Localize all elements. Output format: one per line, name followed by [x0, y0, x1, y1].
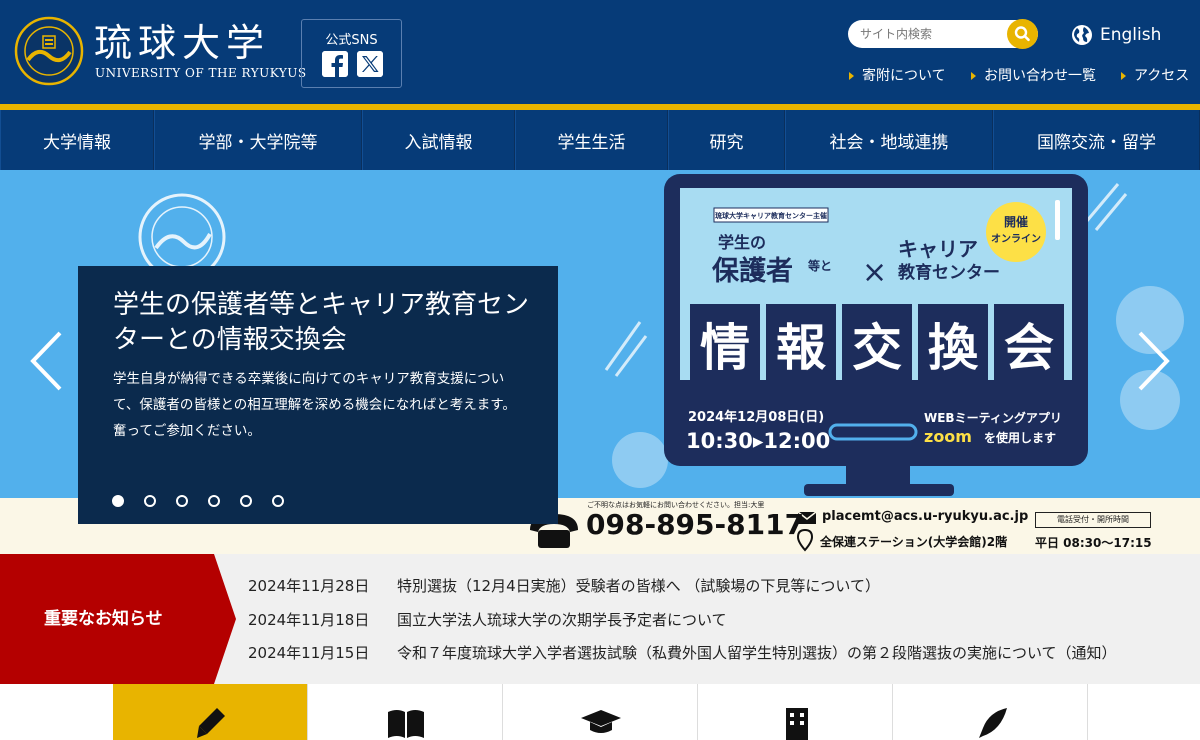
slide-dot-3[interactable]: [176, 495, 188, 507]
svg-text:オンライン: オンライン: [991, 233, 1041, 245]
site-header: 琉球大学 UNIVERSITY OF THE RYUKYUS 公式SNS Eng…: [0, 0, 1200, 104]
graduation-cap-icon: [581, 710, 621, 733]
slide-dots: [112, 495, 284, 509]
important-news: 重要なお知らせ 2024年11月28日 特別選抜（12月4日実施）受験者の皆様へ…: [0, 554, 1200, 684]
globe-icon: [1072, 25, 1092, 45]
news-title[interactable]: 国立大学法人琉球大学の次期学長予定者について: [397, 609, 727, 631]
svg-text:教育センター: 教育センター: [897, 262, 1000, 283]
svg-text:2024年12月08日(日): 2024年12月08日(日): [688, 409, 824, 425]
site-search: [848, 19, 1038, 49]
news-label: 重要なお知らせ: [44, 609, 163, 629]
poster-host: 琉球大学キャリア教育センター主催: [715, 211, 827, 220]
book-icon: [388, 710, 424, 738]
slide-dot-6[interactable]: [272, 495, 284, 507]
nav-item-research[interactable]: 研究: [668, 110, 785, 170]
contact-email: placemt@acs.u-ryukyu.ac.jp: [822, 509, 1029, 524]
logo-english[interactable]: UNIVERSITY OF THE RYUKYUS: [95, 66, 307, 80]
global-nav: 大学情報 学部・大学院等 入試情報 学生生活 研究 社会・地域連携 国際交流・留…: [0, 110, 1200, 170]
donation-link[interactable]: 寄附について: [849, 67, 946, 85]
slide-title[interactable]: 学生の保護者等とキャリア教育センターとの情報交換会: [113, 288, 533, 358]
news-title[interactable]: 特別選抜（12月4日実施）受験者の皆様へ （試験場の下見等について）: [397, 575, 880, 597]
svg-text:会: 会: [1004, 319, 1054, 377]
svg-text:保護者: 保護者: [711, 255, 793, 287]
category-tile-4[interactable]: [698, 684, 893, 740]
svg-text:zoom: zoom: [924, 427, 972, 446]
nav-item-about[interactable]: 大学情報: [0, 110, 154, 170]
sns-label: 公式SNS: [325, 33, 378, 48]
slide-caption[interactable]: 学生の保護者等とキャリア教育センターとの情報交換会 学生自身が納得できる卒業後に…: [78, 266, 558, 524]
contact-hours: 平日 08:30〜17:15: [1035, 536, 1152, 550]
nav-item-faculties[interactable]: 学部・大学院等: [154, 110, 362, 170]
svg-text:を使用します: を使用します: [984, 430, 1056, 445]
slide-dot-2[interactable]: [144, 495, 156, 507]
svg-text:キャリア: キャリア: [898, 237, 978, 261]
sns-box: 公式SNS: [301, 19, 402, 88]
news-date: 2024年11月15日: [248, 644, 370, 662]
news-date: 2024年11月18日: [248, 611, 370, 629]
slide-description: 学生自身が納得できる卒業後に向けてのキャリア教育支援について、保護者の皆様との相…: [113, 371, 516, 439]
category-tile-3[interactable]: [503, 684, 698, 740]
facebook-icon[interactable]: [322, 51, 348, 77]
logo-japanese[interactable]: 琉球大学: [94, 20, 270, 66]
svg-text:等と: 等と: [807, 258, 832, 273]
category-tile-2[interactable]: [308, 684, 503, 740]
quill-icon: [979, 708, 1007, 738]
slide-dot-5[interactable]: [240, 495, 252, 507]
prev-slide-icon[interactable]: [28, 330, 64, 392]
contact-list-link[interactable]: お問い合わせ一覧: [971, 67, 1096, 85]
nav-item-community[interactable]: 社会・地域連携: [785, 110, 993, 170]
news-date: 2024年11月28日: [248, 577, 370, 595]
building-icon: [786, 708, 808, 740]
hours-label: 電話受付・開所時間: [1035, 512, 1151, 528]
svg-text:学生の: 学生の: [718, 233, 766, 252]
slide-dot-4[interactable]: [208, 495, 220, 507]
svg-text:開催: 開催: [1004, 214, 1028, 229]
slide-dot-1[interactable]: [112, 495, 124, 507]
svg-text:換: 換: [928, 319, 979, 377]
nav-item-international[interactable]: 国際交流・留学: [993, 110, 1200, 170]
search-button[interactable]: [1007, 19, 1038, 49]
hero-slider[interactable]: 琉球大学キャリア教育センター主催 学生の 保護者 等と × キャリア 教育センタ…: [0, 170, 1200, 554]
category-tiles: [113, 684, 1088, 740]
x-twitter-icon[interactable]: [357, 51, 383, 77]
poster-cross: ×: [862, 255, 887, 290]
category-tile-5[interactable]: [893, 684, 1088, 740]
news-title[interactable]: 令和７年度琉球大学入学者選抜試験（私費外国人留学生特別選抜）の第２段階選抜の実施…: [397, 642, 1117, 664]
nav-item-admissions[interactable]: 入試情報: [362, 110, 515, 170]
contact-phone: 098-895-8117: [586, 508, 805, 541]
svg-text:情: 情: [700, 319, 750, 377]
search-input[interactable]: [860, 24, 1010, 44]
nav-item-student-life[interactable]: 学生生活: [515, 110, 668, 170]
next-slide-icon[interactable]: [1136, 330, 1172, 392]
access-link[interactable]: アクセス: [1120, 67, 1189, 85]
contact-place: 全保連ステーション(大学会館)2階: [820, 535, 1008, 549]
svg-text:報: 報: [776, 319, 826, 377]
category-tile-1[interactable]: [113, 684, 308, 740]
pen-icon: [197, 708, 225, 738]
university-seal-icon[interactable]: [14, 16, 84, 86]
svg-text:交: 交: [852, 319, 902, 377]
language-label: English: [1100, 25, 1162, 45]
svg-text:WEBミーティングアプリ: WEBミーティングアプリ: [924, 410, 1062, 425]
svg-text:10:30▸12:00: 10:30▸12:00: [686, 429, 830, 453]
search-icon: [1014, 26, 1030, 42]
poster-big-title: 情 報 交 換 会: [690, 304, 1064, 380]
